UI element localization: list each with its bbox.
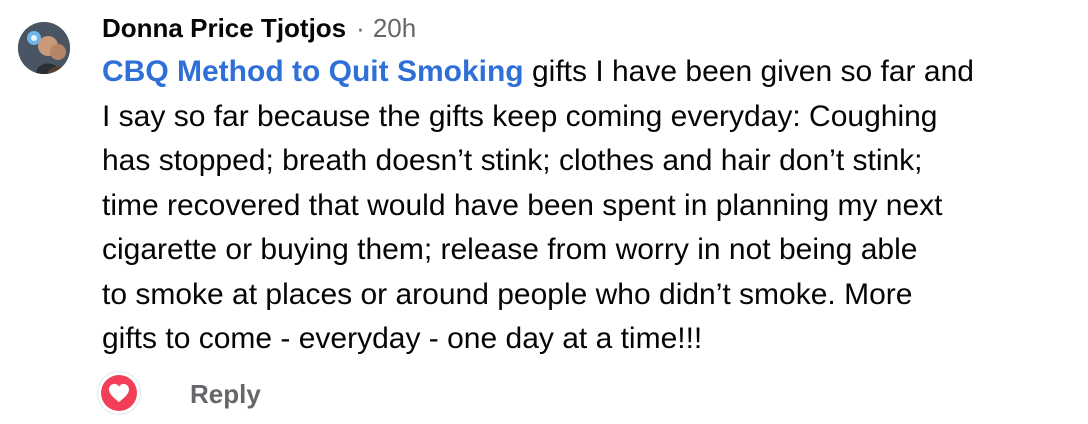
comment-line: gifts to come - everyday - one day at a …: [102, 322, 703, 355]
comment-line: cigarette or buying them; release from w…: [102, 233, 918, 266]
love-reaction-badge[interactable]: [101, 375, 137, 411]
separator-dot: ·: [356, 12, 365, 43]
comment-line: time recovered that would have been spen…: [102, 188, 943, 222]
author-name[interactable]: Donna Price Tjotjos: [102, 13, 346, 44]
mention-link[interactable]: CBQ Method to Quit Smoking: [102, 55, 524, 88]
avatar[interactable]: [18, 22, 70, 74]
heart-icon: [109, 383, 129, 403]
comment-line: has stopped; breath doesn’t stink; cloth…: [102, 144, 923, 177]
reply-button[interactable]: Reply: [190, 376, 261, 412]
comment-text: gifts I have been given so far and: [523, 55, 974, 88]
comment: Donna Price Tjotjos · 20h CBQ Method to …: [0, 0, 1088, 424]
comment-line: CBQ Method to Quit Smoking gifts I have …: [102, 50, 1072, 95]
comment-line: I say so far because the gifts keep comi…: [102, 99, 938, 133]
timestamp[interactable]: 20h: [373, 13, 416, 44]
comment-body: CBQ Method to Quit Smoking gifts I have …: [102, 50, 1072, 362]
comment-line: to smoke at places or around people who …: [102, 277, 913, 311]
comment-header: Donna Price Tjotjos · 20h: [102, 10, 416, 46]
avatar-photo-icon: [18, 22, 70, 74]
